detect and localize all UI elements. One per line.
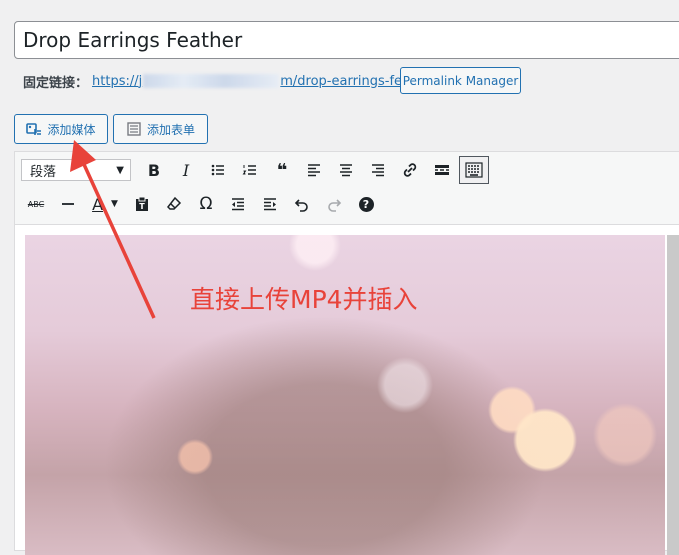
add-media-label: 添加媒体 xyxy=(47,122,96,137)
link-button[interactable] xyxy=(395,156,425,184)
align-center-button[interactable] xyxy=(331,156,361,184)
form-icon xyxy=(127,122,141,136)
chevron-down-icon: ▼ xyxy=(111,199,118,209)
toolbar-row-2: ABC A ▼ T Ω ? xyxy=(21,189,383,219)
numbered-list-button[interactable] xyxy=(235,156,265,184)
help-button[interactable]: ? xyxy=(351,190,381,218)
bullet-list-icon xyxy=(211,164,224,176)
permalink-manager-button[interactable]: Permalink Manager xyxy=(400,67,521,94)
text-color-icon: A xyxy=(92,194,104,214)
special-character-icon: Ω xyxy=(199,194,213,214)
outdent-button[interactable] xyxy=(223,190,253,218)
editor-scrollbar[interactable] xyxy=(667,235,679,555)
toolbar-toggle-button[interactable] xyxy=(459,156,489,184)
add-form-button[interactable]: 添加表单 xyxy=(113,114,208,144)
toolbar-toggle-icon xyxy=(465,162,483,178)
format-select[interactable]: 段落 ▼ xyxy=(21,159,131,181)
help-icon: ? xyxy=(358,196,374,212)
clear-formatting-button[interactable] xyxy=(159,190,189,218)
strikethrough-icon: ABC xyxy=(27,199,45,209)
redacted-url-segment xyxy=(143,74,280,88)
post-title-input[interactable]: Drop Earrings Feather xyxy=(14,21,679,59)
undo-button[interactable] xyxy=(287,190,317,218)
align-right-icon xyxy=(372,164,384,177)
align-right-button[interactable] xyxy=(363,156,393,184)
outdent-icon xyxy=(232,198,244,211)
add-form-label: 添加表单 xyxy=(146,122,195,137)
permalink-url-prefix: https://j xyxy=(92,73,143,89)
align-left-icon xyxy=(308,164,320,177)
special-character-button[interactable]: Ω xyxy=(191,190,221,218)
toolbar-row-1: 段落 ▼ B I ❝ xyxy=(21,155,491,185)
horizontal-line-button[interactable] xyxy=(53,190,83,218)
strikethrough-button[interactable]: ABC xyxy=(21,190,51,218)
italic-icon: I xyxy=(182,160,190,180)
read-more-button[interactable] xyxy=(427,156,457,184)
bullet-list-button[interactable] xyxy=(203,156,233,184)
horizontal-line-icon xyxy=(62,203,74,205)
add-media-button[interactable]: 添加媒体 xyxy=(14,114,108,144)
bold-button[interactable]: B xyxy=(139,156,169,184)
blockquote-icon: ❝ xyxy=(276,159,288,181)
redo-button[interactable] xyxy=(319,190,349,218)
text-color-button[interactable]: A ▼ xyxy=(85,190,125,218)
chevron-down-icon: ▼ xyxy=(116,164,124,176)
add-media-icon xyxy=(26,123,42,135)
indent-icon xyxy=(264,198,276,211)
svg-text:T: T xyxy=(139,202,145,211)
indent-button[interactable] xyxy=(255,190,285,218)
clear-formatting-icon xyxy=(167,196,182,210)
bold-icon: B xyxy=(147,160,161,180)
italic-button[interactable]: I xyxy=(171,156,201,184)
align-center-icon xyxy=(340,164,352,177)
link-icon xyxy=(403,163,417,177)
annotation-text: 直接上传MP4并插入 xyxy=(190,285,418,314)
blockquote-button[interactable]: ❝ xyxy=(267,156,297,184)
read-more-icon xyxy=(435,165,449,175)
undo-icon xyxy=(294,199,308,212)
numbered-list-icon xyxy=(242,165,256,175)
redo-icon xyxy=(328,199,342,212)
format-select-value: 段落 xyxy=(30,164,57,180)
paste-text-button[interactable]: T xyxy=(127,190,157,218)
align-left-button[interactable] xyxy=(299,156,329,184)
paste-text-icon: T xyxy=(136,196,148,211)
permalink-label: 固定链接： xyxy=(23,75,89,91)
classic-editor: 段落 ▼ B I ❝ ABC A ▼ T Ω ? xyxy=(14,151,679,555)
editor-toolbar: 段落 ▼ B I ❝ ABC A ▼ T Ω ? xyxy=(15,152,679,225)
